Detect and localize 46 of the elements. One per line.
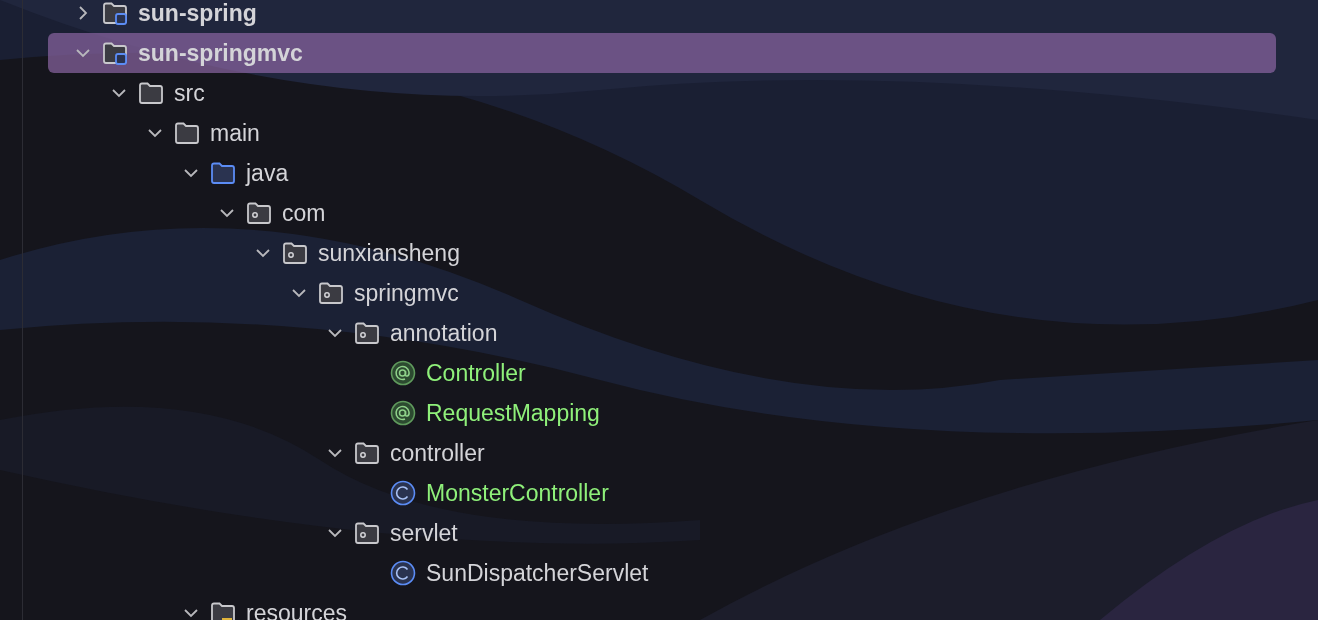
tree-item-label[interactable]: src bbox=[174, 79, 205, 107]
tree-row[interactable]: sun-spring bbox=[48, 0, 1276, 33]
tree-row[interactable]: annotation bbox=[48, 313, 1276, 353]
folder-icon bbox=[138, 80, 164, 106]
tree-row[interactable]: java bbox=[48, 153, 1276, 193]
class-icon bbox=[390, 480, 416, 506]
module-folder-icon bbox=[102, 40, 128, 66]
tree-row[interactable]: springmvc bbox=[48, 273, 1276, 313]
tree-item-label[interactable]: sun-springmvc bbox=[138, 39, 303, 67]
folder-icon bbox=[174, 120, 200, 146]
annotation-icon bbox=[390, 400, 416, 426]
tree-item-label[interactable]: SunDispatcherServlet bbox=[426, 559, 649, 587]
package-icon bbox=[246, 200, 272, 226]
tree-item-label[interactable]: main bbox=[210, 119, 260, 147]
tree-item-label[interactable]: Controller bbox=[426, 359, 526, 387]
package-icon bbox=[318, 280, 344, 306]
tree-item-label[interactable]: sun-spring bbox=[138, 0, 257, 27]
class-icon bbox=[390, 560, 416, 586]
tree-row[interactable]: Controller bbox=[48, 353, 1276, 393]
tree-row[interactable]: src bbox=[48, 73, 1276, 113]
tree-item-label[interactable]: servlet bbox=[390, 519, 458, 547]
module-folder-icon bbox=[102, 0, 128, 26]
tree-item-label[interactable]: RequestMapping bbox=[426, 399, 600, 427]
tree-item-label[interactable]: sunxiansheng bbox=[318, 239, 460, 267]
tree-row[interactable]: com bbox=[48, 193, 1276, 233]
tree-row[interactable]: RequestMapping bbox=[48, 393, 1276, 433]
tree-item-label[interactable]: springmvc bbox=[354, 279, 459, 307]
tree-item-label[interactable]: annotation bbox=[390, 319, 498, 347]
resources-folder-icon bbox=[210, 600, 236, 620]
annotation-icon bbox=[390, 360, 416, 386]
tree-row[interactable]: sunxiansheng bbox=[48, 233, 1276, 273]
tree-row[interactable]: main bbox=[48, 113, 1276, 153]
tree-row[interactable]: SunDispatcherServlet bbox=[48, 553, 1276, 593]
package-icon bbox=[354, 440, 380, 466]
tree-item-label[interactable]: controller bbox=[390, 439, 485, 467]
folder-icon bbox=[210, 160, 236, 186]
tree-item-label[interactable]: MonsterController bbox=[426, 479, 609, 507]
tree-row[interactable]: servlet bbox=[48, 513, 1276, 553]
package-icon bbox=[282, 240, 308, 266]
tree-row[interactable]: controller bbox=[48, 433, 1276, 473]
tree-item-label[interactable]: java bbox=[246, 159, 289, 187]
package-icon bbox=[354, 320, 380, 346]
tree-item-label[interactable]: com bbox=[282, 199, 326, 227]
tree-row[interactable]: MonsterController bbox=[48, 473, 1276, 513]
selected-tree-row[interactable]: sun-springmvc bbox=[48, 33, 1276, 73]
package-icon bbox=[354, 520, 380, 546]
